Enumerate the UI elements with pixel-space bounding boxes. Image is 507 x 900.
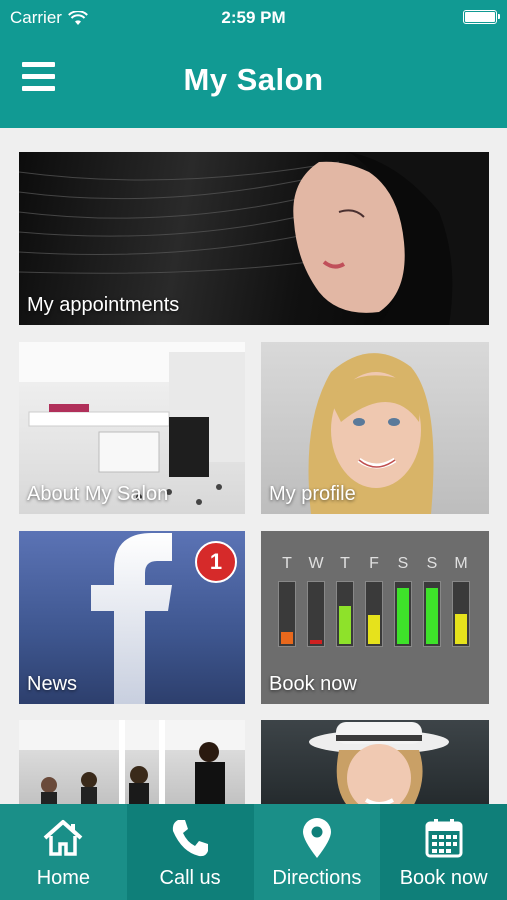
tab-label: Directions [272, 867, 362, 889]
tile-news[interactable]: 1 News [19, 531, 245, 704]
page-title: My Salon [183, 62, 324, 97]
availability-level [368, 615, 380, 644]
chart-availability-bar [307, 581, 325, 647]
tab-home[interactable]: Home [0, 804, 127, 900]
notification-badge: 1 [195, 541, 237, 583]
availability-level [310, 640, 322, 644]
battery-icon [463, 10, 500, 24]
tile-about-my-salon[interactable]: About My Salon [19, 342, 245, 514]
calendar-icon [425, 819, 463, 858]
tile-label: My appointments [27, 294, 180, 316]
tile-my-profile[interactable]: My profile [261, 342, 489, 514]
tile-team-photo[interactable] [19, 720, 245, 810]
tile-model-photo[interactable] [261, 720, 489, 810]
tab-book-now[interactable]: Book now [380, 804, 507, 900]
availability-chart: TWTFSSM [277, 555, 477, 655]
phone-icon [172, 820, 209, 857]
status-bar: Carrier 2:59 PM [0, 0, 507, 36]
tab-label: Call us [159, 867, 221, 889]
tab-bar: Home Call us Directions Book now [0, 804, 507, 900]
tile-label: News [27, 673, 78, 695]
tile-label: Book now [269, 673, 357, 695]
tab-label: Book now [399, 867, 488, 889]
chart-availability-bar [278, 581, 296, 647]
availability-level [455, 614, 467, 644]
chart-day-label: W [308, 555, 324, 572]
chart-availability-bar [365, 581, 383, 647]
tile-label: About My Salon [27, 483, 169, 505]
chart-availability-bar [394, 581, 412, 647]
tab-call-us[interactable]: Call us [126, 804, 254, 900]
model-photo [309, 722, 449, 810]
availability-level [397, 588, 409, 644]
chart-day-label: F [369, 555, 379, 572]
chart-day-label: S [397, 555, 409, 572]
chart-day-label: M [454, 555, 468, 572]
chart-day-label: T [282, 555, 292, 572]
tab-label: Home [36, 867, 91, 889]
tile-book-now[interactable]: TWTFSSM Book now [261, 531, 489, 704]
tab-directions[interactable]: Directions [253, 804, 381, 900]
chart-day-label: T [340, 555, 350, 572]
chart-availability-bar [423, 581, 441, 647]
chart-availability-bar [336, 581, 354, 647]
team-photo [19, 720, 245, 810]
chart-availability-bar [452, 581, 470, 647]
availability-level [281, 632, 293, 644]
availability-level [339, 606, 351, 644]
availability-level [426, 588, 438, 644]
home-icon [44, 820, 83, 856]
location-pin-icon [302, 818, 331, 858]
tile-label: My profile [269, 483, 356, 505]
nav-bar: My Salon [0, 36, 507, 128]
chart-day-label: S [426, 555, 438, 572]
tile-my-appointments[interactable]: My appointments [19, 152, 489, 325]
status-time: 2:59 PM [221, 8, 286, 27]
